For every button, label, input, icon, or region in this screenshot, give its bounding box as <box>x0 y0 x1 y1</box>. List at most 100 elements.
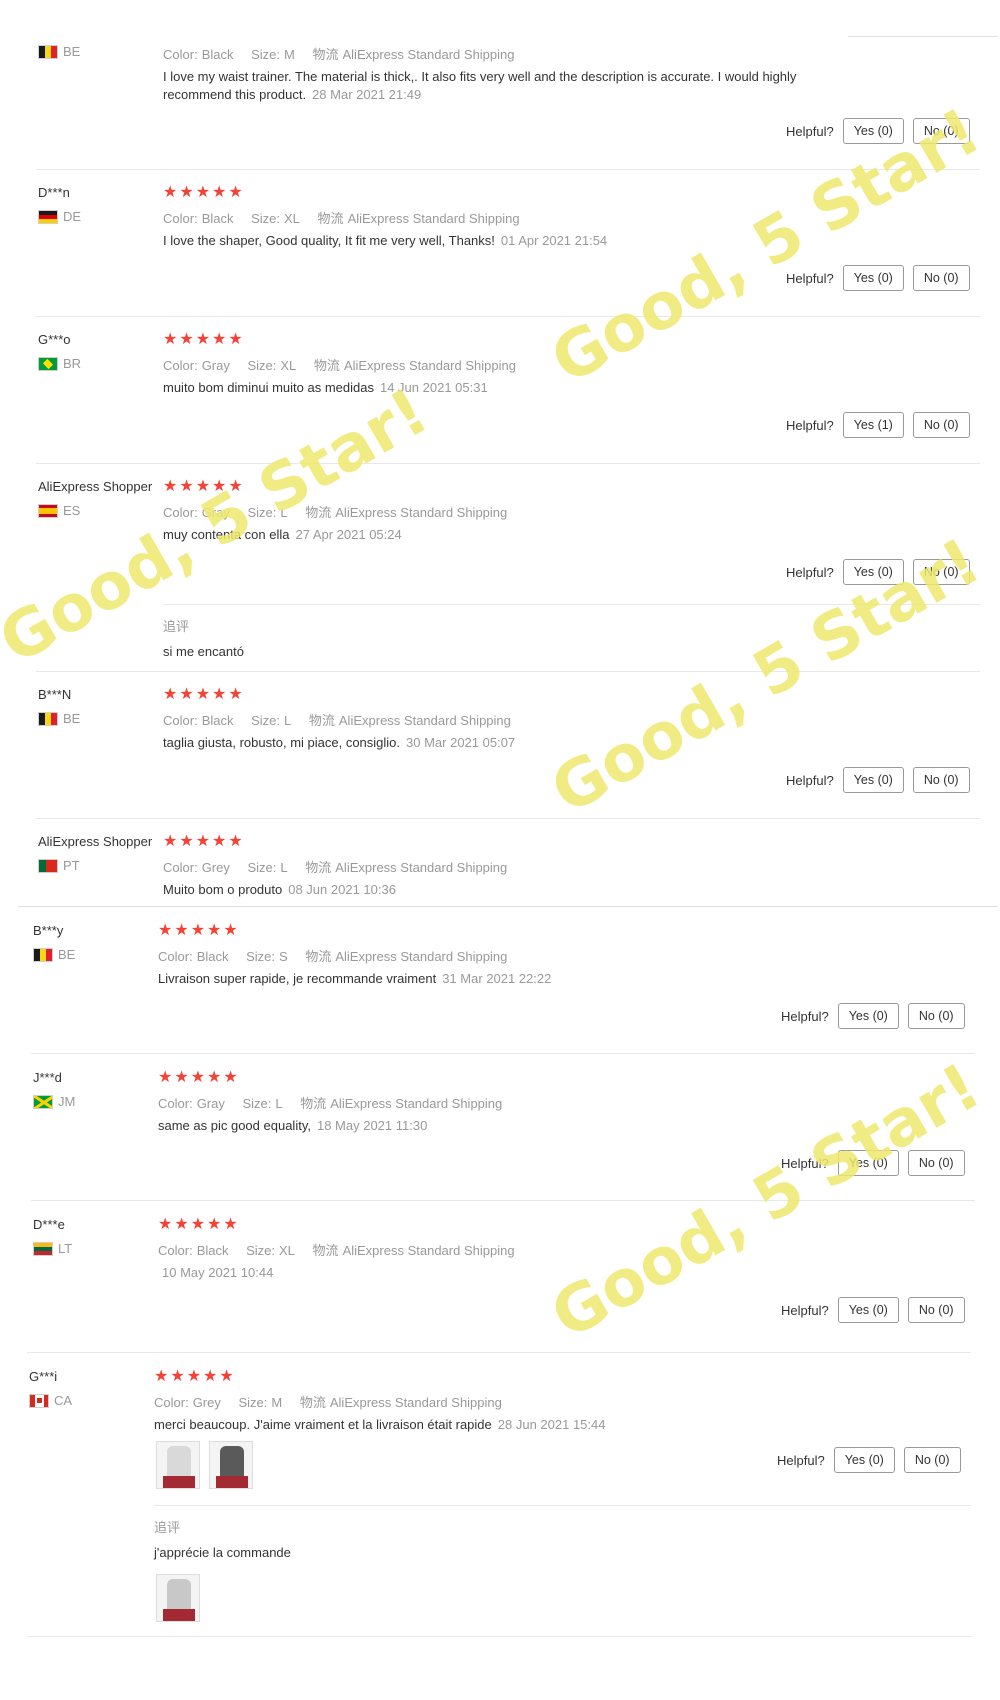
size-key: Size: <box>251 47 281 62</box>
review-date: 08 Jun 2021 10:36 <box>288 882 396 897</box>
divider <box>27 1352 971 1353</box>
helpful-no-button[interactable]: No (0) <box>907 1003 965 1029</box>
shipping-value: AliExpress Standard Shipping <box>335 949 508 964</box>
rating-stars: ★★★★★ <box>163 184 245 201</box>
color-value: Black <box>201 211 234 226</box>
review-item: G***i CA ★★★★★ Color: Grey Size: M 物流 AliEx… <box>0 1368 1000 1489</box>
helpful-row: Helpful? Yes (0) No (0) <box>781 1297 965 1323</box>
review-comment: taglia giusta, robusto, mi piace, consig… <box>163 734 843 752</box>
review-meta: Color: Black Size: XL 物流 AliExpress Standar… <box>163 208 520 227</box>
shipping-value: AliExpress Standard Shipping <box>342 47 515 62</box>
review-comment: muy contenta con ella 27 Apr 2021 05:24 <box>163 526 843 544</box>
review-photo-thumbnail[interactable] <box>209 1441 253 1489</box>
review-date: 18 May 2021 11:30 <box>316 1118 428 1133</box>
review-photo-thumbnail[interactable] <box>156 1441 200 1489</box>
review-item: AliExpress Shopper PT ★★★★★ Color: Grey S… <box>0 834 1000 934</box>
helpful-yes-button[interactable]: Yes (0) <box>842 265 904 291</box>
review-meta: Color: Black Size: XL 物流 AliExpress Standar… <box>158 1240 515 1259</box>
helpful-no-button[interactable]: No (0) <box>903 1447 961 1473</box>
review-comment: muito bom diminui muito as medidas 14 Jun… <box>163 379 843 397</box>
helpful-yes-button[interactable]: Yes (0) <box>837 1150 899 1176</box>
helpful-no-button[interactable]: No (0) <box>907 1297 965 1323</box>
shipping-value: AliExpress Standard Shipping <box>330 1096 503 1111</box>
rating-stars: ★★★★★ <box>163 686 245 703</box>
size-value: M <box>271 1395 283 1410</box>
helpful-yes-button[interactable]: Yes (0) <box>842 118 904 144</box>
helpful-no-button[interactable]: No (0) <box>912 412 970 438</box>
helpful-yes-button[interactable]: Yes (0) <box>837 1003 899 1029</box>
helpful-label: Helpful? <box>786 417 834 433</box>
reviewer-country: ES <box>38 503 80 518</box>
rating-stars: ★★★★★ <box>158 922 240 939</box>
divider <box>36 671 980 672</box>
divider <box>36 169 980 170</box>
helpful-row: Helpful? Yes (0) No (0) <box>786 767 970 793</box>
flag-be-icon <box>38 711 58 726</box>
helpful-no-button[interactable]: No (0) <box>907 1150 965 1176</box>
size-value: XL <box>284 211 300 226</box>
country-code: LT <box>58 1241 73 1256</box>
country-code: JM <box>58 1094 76 1109</box>
review-date: 27 Apr 2021 05:24 <box>295 527 402 542</box>
helpful-no-button[interactable]: No (0) <box>912 118 970 144</box>
shipping-value: AliExpress Standard Shipping <box>343 358 516 373</box>
size-key: Size: <box>247 860 277 875</box>
size-value: L <box>284 713 292 728</box>
followup-text: j'apprécie la commande <box>154 1545 291 1560</box>
logistics-key: 物流 <box>312 47 339 62</box>
reviewer-name: J***d <box>33 1070 62 1085</box>
rating-stars: ★★★★★ <box>163 331 245 348</box>
rating-stars: ★★★★★ <box>154 1368 236 1385</box>
reviewer-country: BE <box>38 711 80 726</box>
helpful-yes-button[interactable]: Yes (0) <box>833 1447 895 1473</box>
review-comment: I love my waist trainer. The material is… <box>163 68 843 104</box>
review-comment: Muito bom o produto 08 Jun 2021 10:36 <box>163 881 843 899</box>
helpful-yes-button[interactable]: Yes (0) <box>842 559 904 585</box>
reviewer-country: CA <box>29 1393 72 1408</box>
helpful-row: Helpful? Yes (0) No (0) <box>781 1003 965 1029</box>
divider <box>848 36 998 37</box>
divider <box>163 604 980 605</box>
reviewer-country: BE <box>33 947 75 962</box>
review-meta: Color: Grey Size: L 物流 AliExpress Standard … <box>163 857 507 876</box>
logistics-key: 物流 <box>312 1243 339 1258</box>
flag-ca-icon <box>29 1393 49 1408</box>
review-meta: Color: Black Size: L 物流 AliExpress Standard… <box>163 710 511 729</box>
review-date: 28 Jun 2021 15:44 <box>497 1417 606 1432</box>
shipping-value: AliExpress Standard Shipping <box>329 1395 502 1410</box>
comment-text: I love my waist trainer. The material is… <box>163 69 797 102</box>
reviewer-country: JM <box>33 1094 75 1109</box>
color-value: Gray <box>201 358 230 373</box>
review-comment: same as pic good equality, 18 May 2021 11… <box>158 1117 838 1135</box>
size-key: Size: <box>251 713 281 728</box>
helpful-yes-button[interactable]: Yes (1) <box>842 412 904 438</box>
logistics-key: 物流 <box>299 1395 326 1410</box>
review-comment: 10 May 2021 10:44 <box>158 1264 838 1282</box>
followup-label: 追评 <box>163 619 190 634</box>
rating-stars: ★★★★★ <box>163 478 245 495</box>
divider <box>18 906 998 907</box>
reviewer-country: DE <box>38 209 81 224</box>
review-meta: Color: Black Size: M 物流 AliExpress Standard… <box>163 44 515 63</box>
country-code: DE <box>63 209 82 224</box>
color-value: Black <box>201 47 234 62</box>
review-photo-thumbnail[interactable] <box>156 1574 200 1622</box>
helpful-yes-button[interactable]: Yes (0) <box>837 1297 899 1323</box>
helpful-yes-button[interactable]: Yes (0) <box>842 767 904 793</box>
size-value: XL <box>279 1243 295 1258</box>
comment-text: same as pic good equality, <box>158 1118 311 1133</box>
review-meta: Color: Gray Size: L 物流 AliExpress Standard … <box>163 502 507 521</box>
color-key: Color: <box>158 1243 193 1258</box>
country-code: PT <box>63 858 80 873</box>
comment-text: merci beaucoup. J'aime vraiment et la li… <box>154 1417 492 1432</box>
shipping-value: AliExpress Standard Shipping <box>342 1243 515 1258</box>
review-date: 28 Mar 2021 21:49 <box>312 87 422 102</box>
review-item: BE Color: Black Size: M 物流 AliExpress Stand… <box>0 0 1000 144</box>
helpful-no-button[interactable]: No (0) <box>912 559 970 585</box>
helpful-label: Helpful? <box>781 1155 829 1171</box>
size-key: Size: <box>242 1096 272 1111</box>
country-code: BR <box>63 356 82 371</box>
helpful-no-button[interactable]: No (0) <box>912 265 970 291</box>
review-date: 30 Mar 2021 05:07 <box>406 735 516 750</box>
helpful-no-button[interactable]: No (0) <box>912 767 970 793</box>
